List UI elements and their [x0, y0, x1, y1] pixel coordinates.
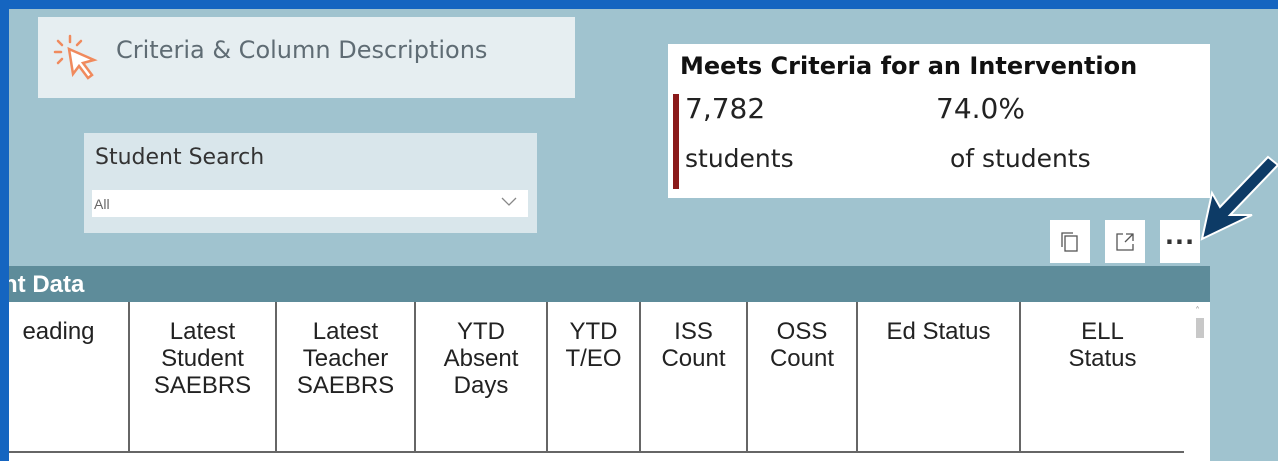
focus-mode-icon	[1116, 232, 1134, 251]
student-search-slicer: Student Search All	[84, 133, 537, 233]
column-header-latest-teacher-saebrs[interactable]: Latest Teacher SAEBRS	[277, 302, 416, 452]
criteria-descriptions-label: Criteria & Column Descriptions	[116, 35, 488, 64]
student-search-title: Student Search	[95, 145, 265, 170]
column-header-ed-status[interactable]: Ed Status	[858, 302, 1021, 452]
kpi-accent-bar	[673, 94, 679, 189]
kpi-percent: 74.0%	[936, 92, 1025, 125]
more-options-icon: ···	[1164, 227, 1196, 256]
column-header-ytd-absent-days[interactable]: YTD Absent Days	[416, 302, 548, 452]
chevron-down-icon	[501, 197, 517, 206]
focus-mode-button[interactable]	[1105, 220, 1145, 263]
scroll-up-icon[interactable]: ˄	[1195, 306, 1200, 317]
kpi-student-count: 7,782	[685, 92, 766, 125]
student-search-dropdown[interactable]: All	[92, 190, 528, 217]
kpi-title: Meets Criteria for an Intervention	[680, 52, 1138, 80]
column-header-ell-status[interactable]: ELL Status	[1021, 302, 1184, 452]
kpi-percent-label: of students	[950, 144, 1091, 173]
column-header-reading[interactable]: eading	[9, 302, 130, 452]
pointer-arrow-icon	[1200, 155, 1278, 241]
scrollbar-thumb[interactable]	[1196, 318, 1204, 338]
header-row-divider	[9, 451, 1184, 453]
more-options-button[interactable]: ···	[1160, 220, 1200, 263]
column-header-ytd-teo[interactable]: YTD T/EO	[548, 302, 641, 452]
copy-icon	[1061, 231, 1078, 252]
kpi-student-count-label: students	[685, 144, 794, 173]
column-header-latest-student-saebrs[interactable]: Latest Student SAEBRS	[130, 302, 277, 452]
cursor-click-icon	[53, 34, 98, 80]
column-header-oss-count[interactable]: OSS Count	[748, 302, 858, 452]
table-title: lent Data	[9, 271, 85, 298]
criteria-descriptions-button[interactable]: Criteria & Column Descriptions	[38, 17, 575, 98]
student-search-value: All	[94, 195, 110, 212]
copy-visual-button[interactable]	[1050, 220, 1090, 263]
report-canvas: Criteria & Column Descriptions Student S…	[9, 9, 1278, 461]
column-header-iss-count[interactable]: ISS Count	[641, 302, 748, 452]
student-data-table: eading Latest Student SAEBRS Latest Teac…	[9, 302, 1210, 461]
table-title-bar: lent Data	[9, 266, 1210, 302]
intervention-kpi-card: Meets Criteria for an Intervention 7,782…	[668, 44, 1210, 198]
